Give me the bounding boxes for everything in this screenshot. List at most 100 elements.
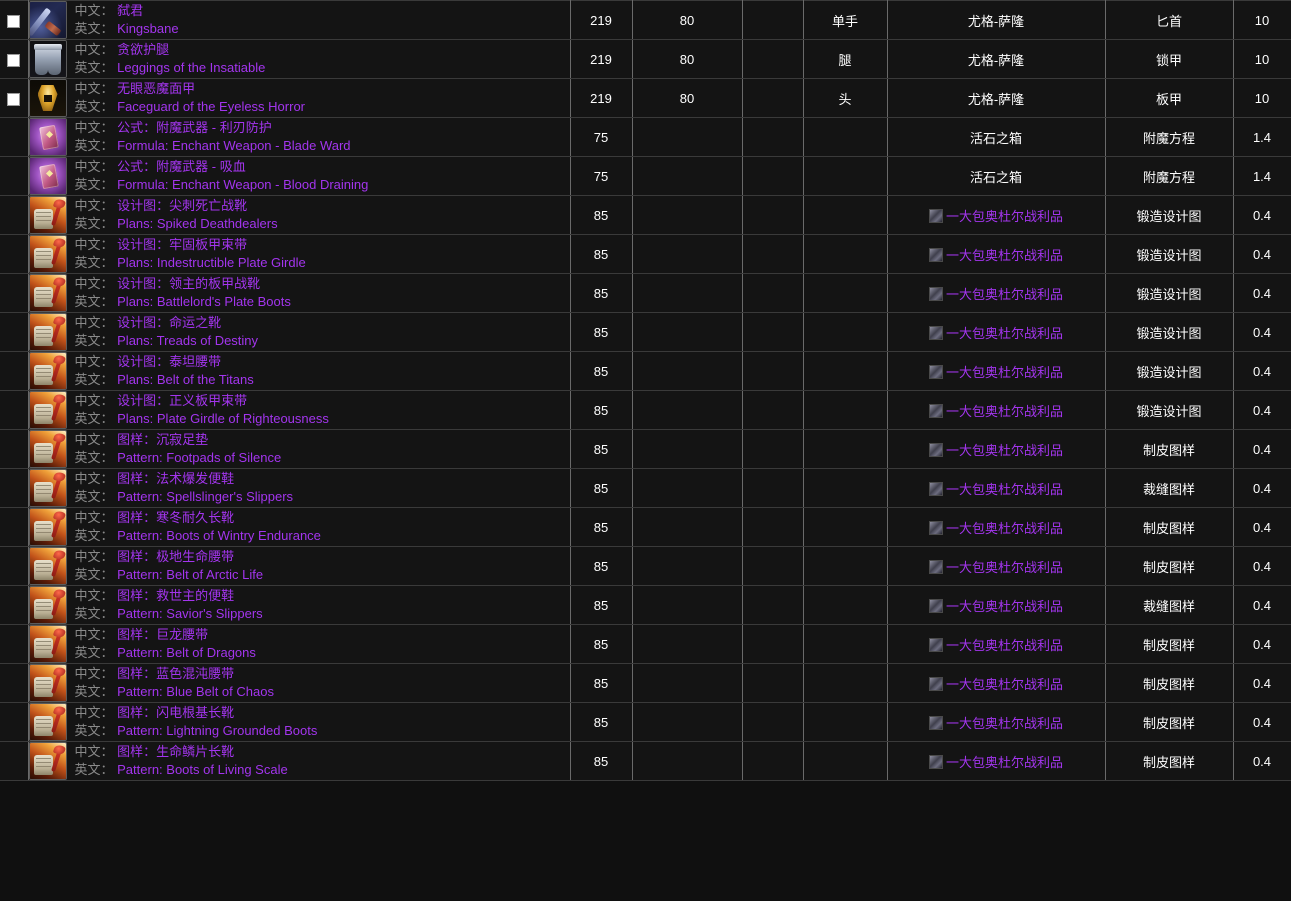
item-name-zh[interactable]: 弑君 <box>117 3 143 18</box>
plans-scroll-item-icon[interactable] <box>28 274 67 312</box>
source-link[interactable]: 一大包奥杜尔战利品 <box>946 755 1063 770</box>
plans-scroll-item-icon[interactable] <box>28 352 67 390</box>
zh-label: 中文： <box>74 432 114 448</box>
slot-cell <box>803 468 888 508</box>
item-name-zh[interactable]: 图样：巨龙腰带 <box>117 627 208 642</box>
plans-scroll-item-icon[interactable] <box>28 313 67 351</box>
item-name-en[interactable]: Pattern: Belt of Arctic Life <box>117 567 263 582</box>
source-cell: 尤格-萨隆 <box>887 78 1106 118</box>
formula-tome-item-icon[interactable] <box>28 157 67 195</box>
formula-tome-item-icon[interactable] <box>28 118 67 156</box>
item-name-en[interactable]: Formula: Enchant Weapon - Blood Draining <box>117 177 368 192</box>
source-link[interactable]: 一大包奥杜尔战利品 <box>946 287 1063 302</box>
item-name-en[interactable]: Plans: Plate Girdle of Righteousness <box>117 411 329 426</box>
item-name-zh[interactable]: 设计图：领主的板甲战靴 <box>117 276 260 291</box>
blank-cell <box>742 429 804 469</box>
item-name-zh[interactable]: 设计图：尖刺死亡战靴 <box>117 198 247 213</box>
source-link[interactable]: 一大包奥杜尔战利品 <box>946 365 1063 380</box>
item-name-zh[interactable]: 图样：寒冬耐久长靴 <box>117 510 234 525</box>
item-name-zh[interactable]: 图样：生命鳞片长靴 <box>117 744 234 759</box>
item-name-en[interactable]: Leggings of the Insatiable <box>117 60 265 75</box>
dagger-item-icon[interactable] <box>28 1 67 39</box>
row-checkbox[interactable] <box>7 92 21 106</box>
item-name-en[interactable]: Plans: Treads of Destiny <box>117 333 258 348</box>
source-link[interactable]: 一大包奥杜尔战利品 <box>946 326 1063 341</box>
item-name-zh[interactable]: 设计图：牢固板甲束带 <box>117 237 247 252</box>
zh-label: 中文： <box>74 198 114 214</box>
plans-scroll-item-icon[interactable] <box>28 742 67 780</box>
plans-scroll-item-icon[interactable] <box>28 625 67 663</box>
source-text: 尤格-萨隆 <box>967 91 1025 107</box>
item-name-en[interactable]: Pattern: Lightning Grounded Boots <box>117 723 317 738</box>
item-name-en[interactable]: Plans: Indestructible Plate Girdle <box>117 255 306 270</box>
item-name-en[interactable]: Plans: Battlelord's Plate Boots <box>117 294 291 309</box>
item-name-en[interactable]: Kingsbane <box>117 21 178 36</box>
plans-scroll-item-icon[interactable] <box>28 235 67 273</box>
source-link[interactable]: 一大包奥杜尔战利品 <box>946 599 1063 614</box>
item-name-zh[interactable]: 图样：闪电根基长靴 <box>117 705 234 720</box>
item-name-zh[interactable]: 设计图：命运之靴 <box>117 315 221 330</box>
item-name-en[interactable]: Pattern: Boots of Living Scale <box>117 762 288 777</box>
plans-scroll-item-icon[interactable] <box>28 391 67 429</box>
item-name-en[interactable]: Pattern: Spellslinger's Slippers <box>117 489 293 504</box>
item-name-zh[interactable]: 图样：沉寂足垫 <box>117 432 208 447</box>
item-name-zh-row: 中文： 公式：附魔武器 - 吸血 <box>75 158 369 176</box>
item-name-zh[interactable]: 公式：附魔武器 - 吸血 <box>117 159 246 174</box>
source-link[interactable]: 一大包奥杜尔战利品 <box>946 560 1063 575</box>
item-name-en[interactable]: Pattern: Blue Belt of Chaos <box>117 684 274 699</box>
item-name-zh[interactable]: 图样：救世主的便鞋 <box>117 588 234 603</box>
source-link[interactable]: 一大包奥杜尔战利品 <box>946 521 1063 536</box>
source-cell: 一大包奥杜尔战利品 <box>887 312 1106 352</box>
row-checkbox[interactable] <box>7 53 21 67</box>
type-cell: 裁缝图样 <box>1105 468 1234 508</box>
item-name-cell: 中文： 设计图：领主的板甲战靴 英文： Plans: Battlelord's P… <box>28 273 571 313</box>
required-level-cell <box>632 234 743 274</box>
item-name-zh[interactable]: 图样：极地生命腰带 <box>117 549 234 564</box>
plans-scroll-item-icon[interactable] <box>28 547 67 585</box>
leggings-item-icon[interactable] <box>28 40 67 78</box>
plans-scroll-item-icon[interactable] <box>28 196 67 234</box>
source-link[interactable]: 一大包奥杜尔战利品 <box>946 638 1063 653</box>
item-name-en[interactable]: Formula: Enchant Weapon - Blade Ward <box>117 138 350 153</box>
source-link[interactable]: 一大包奥杜尔战利品 <box>946 443 1063 458</box>
item-name-en[interactable]: Pattern: Savior's Slippers <box>117 606 263 621</box>
source-link[interactable]: 一大包奥杜尔战利品 <box>946 248 1063 263</box>
required-level-cell: 80 <box>632 0 743 40</box>
plans-scroll-item-icon[interactable] <box>28 664 67 702</box>
plans-scroll-item-icon[interactable] <box>28 508 67 546</box>
item-name-zh[interactable]: 图样：蓝色混沌腰带 <box>117 666 234 681</box>
plans-scroll-item-icon[interactable] <box>28 430 67 468</box>
loot-bag-mini-icon <box>928 247 943 262</box>
item-name-en[interactable]: Pattern: Boots of Wintry Endurance <box>117 528 321 543</box>
plans-scroll-item-icon[interactable] <box>28 469 67 507</box>
item-name-en[interactable]: Pattern: Belt of Dragons <box>117 645 256 660</box>
source-link[interactable]: 一大包奥杜尔战利品 <box>946 482 1063 497</box>
item-name-en[interactable]: Faceguard of the Eyeless Horror <box>117 99 305 114</box>
zh-label: 中文： <box>74 510 114 526</box>
item-name-zh[interactable]: 图样：法术爆发便鞋 <box>117 471 234 486</box>
item-name-en[interactable]: Plans: Spiked Deathdealers <box>117 216 277 231</box>
table-row: 中文： 设计图：尖刺死亡战靴 英文： Plans: Spiked Deathdea… <box>0 195 1291 235</box>
drop-rate-cell: 0.4 <box>1233 390 1291 430</box>
type-cell: 板甲 <box>1105 78 1234 118</box>
table-row: 中文： 图样：闪电根基长靴 英文： Pattern: Lightning Grou… <box>0 702 1291 742</box>
source-link[interactable]: 一大包奥杜尔战利品 <box>946 209 1063 224</box>
item-name-cell: 中文： 图样：救世主的便鞋 英文： Pattern: Savior's Slipp… <box>28 585 571 625</box>
plans-scroll-item-icon[interactable] <box>28 703 67 741</box>
item-name-zh[interactable]: 公式：附魔武器 - 利刃防护 <box>117 120 272 135</box>
item-name-zh[interactable]: 无眼恶魔面甲 <box>117 81 195 96</box>
item-name-zh[interactable]: 贪欲护腿 <box>117 42 169 57</box>
plans-scroll-item-icon[interactable] <box>28 586 67 624</box>
row-checkbox[interactable] <box>7 14 21 28</box>
item-name-zh[interactable]: 设计图：泰坦腰带 <box>117 354 221 369</box>
en-label: 英文： <box>74 372 114 387</box>
item-name-en[interactable]: Pattern: Footpads of Silence <box>117 450 281 465</box>
source-link[interactable]: 一大包奥杜尔战利品 <box>946 677 1063 692</box>
source-link[interactable]: 一大包奥杜尔战利品 <box>946 404 1063 419</box>
source-link[interactable]: 一大包奥杜尔战利品 <box>946 716 1063 731</box>
item-name-zh[interactable]: 设计图：正义板甲束带 <box>117 393 247 408</box>
item-name-en[interactable]: Plans: Belt of the Titans <box>117 372 254 387</box>
helm-item-icon[interactable] <box>28 79 67 117</box>
en-label: 英文： <box>74 294 114 309</box>
drop-rate-cell: 10 <box>1233 0 1291 40</box>
